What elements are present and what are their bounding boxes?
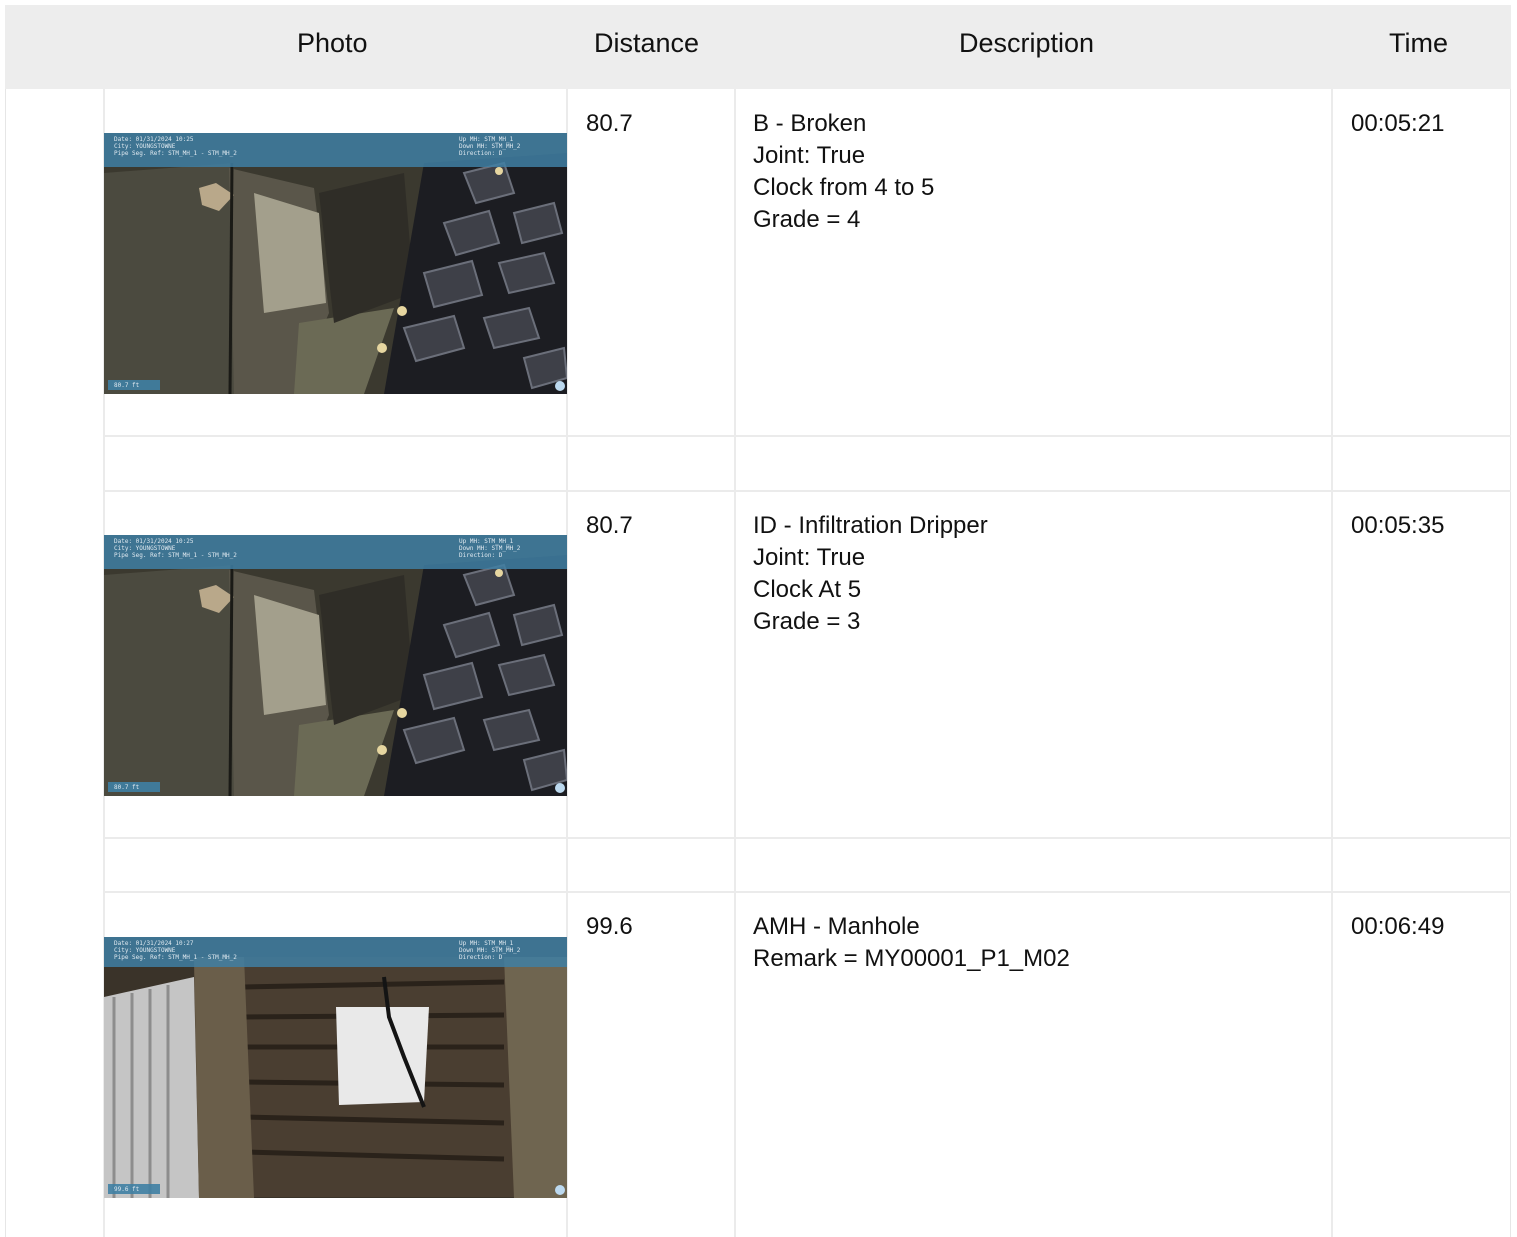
inspection-photo[interactable]: Date: 01/31/2024 10:27 City: YOUNGSTOWNE… — [104, 937, 567, 1198]
description-line: Joint: True — [753, 142, 866, 169]
photo-overlay-info: Date: 01/31/2024 10:25 City: YOUNGSTOWNE… — [114, 136, 237, 157]
inspection-photo[interactable]: Date: 01/31/2024 10:25 City: YOUNGSTOWNE… — [104, 535, 567, 796]
description-cell: ID - Infiltration Dripper Joint: True Cl… — [753, 510, 988, 638]
grid-line — [103, 490, 1511, 492]
description-line: Clock from 4 to 5 — [753, 174, 935, 201]
photo-distance-tag: 80.7 ft — [114, 382, 140, 389]
description-line: Grade = 3 — [753, 608, 861, 635]
photo-distance-tag: 80.7 ft — [114, 784, 140, 791]
photo-overlay-manholes: Up MH: STM_MH_1 Down MH: STM_MH_2 Direct… — [459, 940, 521, 961]
inspection-photo[interactable]: Date: 01/31/2024 10:25 City: YOUNGSTOWNE… — [104, 133, 567, 394]
column-header-distance[interactable]: Distance — [594, 5, 699, 89]
distance-cell: 80.7 — [586, 512, 633, 539]
description-cell: AMH - Manhole Remark = MY00001_P1_M02 — [753, 911, 1070, 975]
description-line: AMH - Manhole — [753, 913, 920, 940]
description-line: ID - Infiltration Dripper — [753, 512, 988, 539]
description-cell: B - Broken Joint: True Clock from 4 to 5… — [753, 108, 934, 236]
description-line: Grade = 4 — [753, 206, 861, 233]
time-cell: 00:05:21 — [1351, 110, 1445, 137]
time-cell: 00:05:35 — [1351, 512, 1445, 539]
photo-overlay-manholes: Up MH: STM_MH_1 Down MH: STM_MH_2 Direct… — [459, 136, 521, 157]
photo-overlay-info: Date: 01/31/2024 10:25 City: YOUNGSTOWNE… — [114, 538, 237, 559]
grid-line — [1331, 89, 1333, 1237]
column-header-time[interactable]: Time — [1389, 5, 1448, 89]
table-header: Photo Distance Description Time — [5, 5, 1511, 89]
grid-line — [103, 891, 1511, 893]
grid-line — [734, 89, 736, 1237]
description-line: Joint: True — [753, 544, 866, 571]
column-header-description[interactable]: Description — [959, 5, 1094, 89]
description-line: B - Broken — [753, 110, 867, 137]
time-cell: 00:06:49 — [1351, 913, 1445, 940]
photo-overlay-manholes: Up MH: STM_MH_1 Down MH: STM_MH_2 Direct… — [459, 538, 521, 559]
distance-cell: 99.6 — [586, 913, 633, 940]
description-line: Remark = MY00001_P1_M02 — [753, 945, 1070, 972]
column-header-photo[interactable]: Photo — [297, 5, 368, 89]
distance-cell: 80.7 — [586, 110, 633, 137]
photo-distance-tag: 99.6 ft — [114, 1186, 140, 1193]
description-line: Clock At 5 — [753, 576, 862, 603]
grid-line — [103, 435, 1511, 437]
grid-line — [103, 837, 1511, 839]
photo-overlay-info: Date: 01/31/2024 10:27 City: YOUNGSTOWNE… — [114, 940, 237, 961]
